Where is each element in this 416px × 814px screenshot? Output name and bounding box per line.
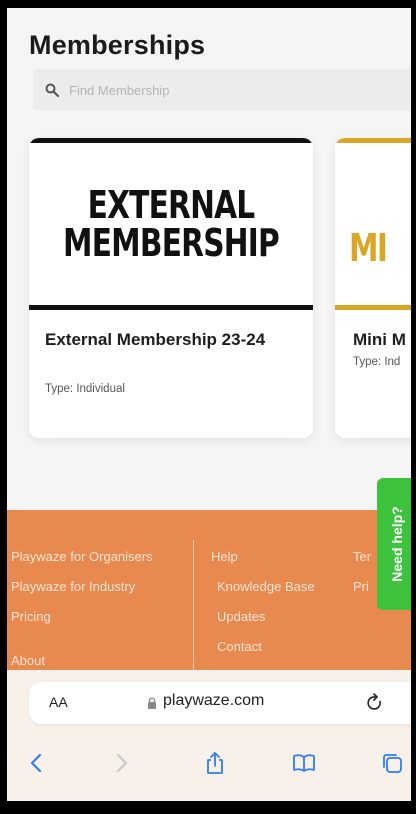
footer-divider <box>193 540 194 670</box>
footer-link-organisers[interactable]: Playwaze for Organisers <box>11 548 153 578</box>
footer-link-terms[interactable]: Ter <box>353 548 371 578</box>
banner-top-rule <box>335 138 411 143</box>
footer-link-knowledge-base[interactable]: Knowledge Base <box>211 578 315 608</box>
search-bar[interactable] <box>33 69 411 111</box>
chevron-left-icon <box>30 753 42 773</box>
text-size-button[interactable]: AA <box>49 694 68 710</box>
reload-icon[interactable] <box>366 693 384 713</box>
bookmarks-button[interactable] <box>289 748 319 778</box>
membership-banner: MI <box>335 138 411 310</box>
chevron-right-icon <box>116 753 128 773</box>
banner-title: MI <box>349 226 388 270</box>
browser-toolbar: AA playwaze.com <box>7 670 411 801</box>
page-title: Memberships <box>29 30 206 60</box>
banner-top-rule <box>29 138 313 143</box>
membership-card[interactable]: EXTERNAL MEMBERSHIP External Membership … <box>29 138 313 438</box>
tabs-icon <box>383 754 402 773</box>
book-icon <box>293 754 315 772</box>
share-button[interactable] <box>200 748 230 778</box>
footer-column-products: Playwaze for Organisers Playwaze for Ind… <box>11 548 153 682</box>
footer-link-pricing[interactable]: Pricing <box>11 608 153 638</box>
need-help-label: Need help? <box>389 506 405 582</box>
search-icon <box>45 83 59 97</box>
banner-bottom-rule <box>335 305 411 310</box>
footer-column-legal: Ter Pri <box>353 548 371 608</box>
banner-line-1: EXTERNAL <box>87 183 256 227</box>
banner-line-2: MEMBERSHIP <box>62 221 280 265</box>
membership-banner: EXTERNAL MEMBERSHIP <box>29 138 313 310</box>
forward-button[interactable] <box>107 748 137 778</box>
banner-bottom-rule <box>29 305 313 310</box>
search-input[interactable] <box>69 82 369 98</box>
url-text: playwaze.com <box>163 692 265 709</box>
membership-type: Type: Ind <box>353 356 401 368</box>
footer-link-contact[interactable]: Contact <box>211 638 315 668</box>
browser-nav-toolbar <box>7 748 411 788</box>
need-help-button[interactable]: Need help? <box>377 478 411 610</box>
tabs-button[interactable] <box>377 748 407 778</box>
share-icon <box>207 752 223 774</box>
back-button[interactable] <box>21 748 51 778</box>
app-screen: Memberships EXTERNAL MEMBERSHIP External… <box>7 8 411 801</box>
membership-name: External Membership 23-24 <box>45 330 266 349</box>
footer-link-industry[interactable]: Playwaze for Industry <box>11 578 153 608</box>
membership-name: Mini M <box>353 330 406 349</box>
membership-card[interactable]: MI Mini M Type: Ind <box>335 138 411 438</box>
footer-link-updates[interactable]: Updates <box>211 608 315 638</box>
lock-icon <box>148 697 156 709</box>
membership-type: Type: Individual <box>45 383 125 395</box>
banner-title: EXTERNAL MEMBERSHIP <box>60 186 282 262</box>
footer-link-privacy[interactable]: Pri <box>353 578 371 608</box>
footer-column-help: Help Knowledge Base Updates Contact <box>211 548 315 668</box>
footer-link-help[interactable]: Help <box>211 548 315 578</box>
site-footer: Playwaze for Organisers Playwaze for Ind… <box>7 510 411 670</box>
address-bar[interactable]: AA playwaze.com <box>29 682 411 724</box>
